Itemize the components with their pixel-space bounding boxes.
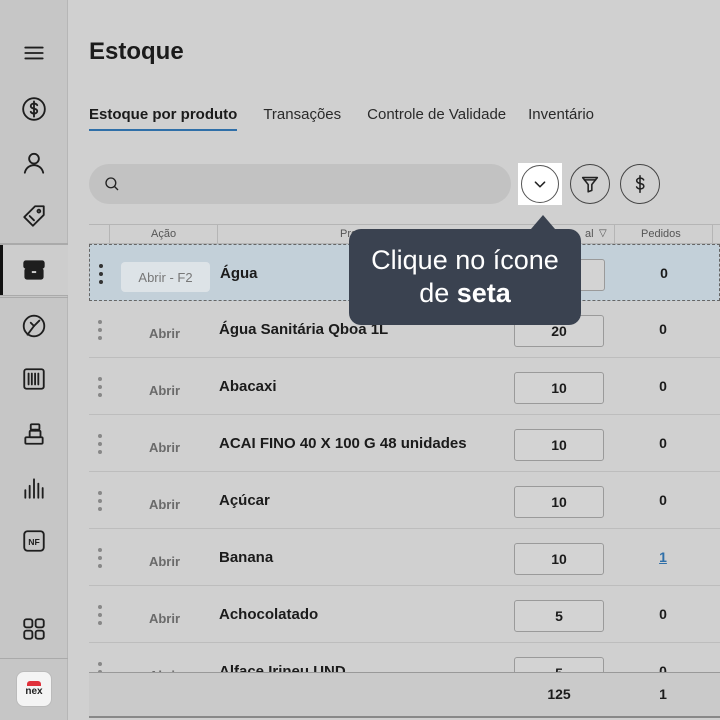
table-footer: 125 1	[89, 672, 720, 718]
open-button[interactable]: Abrir	[120, 489, 209, 519]
search-bar[interactable]	[89, 164, 511, 204]
total-orders: 1	[659, 686, 667, 702]
column-header-acao[interactable]: Ação	[151, 228, 176, 240]
page-title: Estoque	[89, 38, 184, 65]
logo-text: nex	[25, 686, 43, 697]
quantity-field[interactable]: 5	[514, 657, 604, 672]
table-row[interactable]: Abrir Açúcar 10 0	[89, 472, 720, 529]
apps-grid-icon[interactable]	[0, 603, 68, 655]
table-row[interactable]: Abrir ACAI FINO 40 X 100 G 48 unidades 1…	[89, 415, 720, 472]
open-button[interactable]: Abrir	[120, 546, 209, 576]
quantity-field[interactable]: 10	[514, 372, 604, 404]
tag-icon[interactable]	[0, 190, 68, 242]
product-name: Banana	[219, 549, 274, 566]
product-name: ACAI FINO 40 X 100 G 48 unidades	[219, 435, 467, 452]
tab-inventario[interactable]: Inventário	[528, 106, 594, 131]
open-button[interactable]: Abrir	[120, 660, 209, 673]
bar-chart-icon[interactable]	[0, 462, 68, 514]
open-button[interactable]: Abrir	[120, 603, 209, 633]
search-icon	[105, 177, 119, 191]
dollar-circle-icon[interactable]	[0, 83, 68, 135]
product-name: Achocolatado	[219, 606, 319, 623]
table-row[interactable]: Abrir Abacaxi 10 0	[89, 358, 720, 415]
product-name: Água	[220, 265, 258, 282]
pie-chart-icon[interactable]	[0, 300, 68, 352]
orders-count: 0	[659, 435, 667, 451]
orders-count: 0	[659, 321, 667, 337]
nex-logo[interactable]: nex	[16, 671, 52, 707]
column-header-pedidos[interactable]: Pedidos	[641, 228, 681, 240]
expand-button[interactable]	[521, 165, 559, 203]
tab-estoque-por-produto[interactable]: Estoque por produto	[89, 106, 238, 131]
dollar-icon	[635, 174, 645, 194]
nf-document-icon[interactable]: NF	[0, 515, 68, 567]
tooltip-line-2: de seta	[419, 278, 511, 308]
quantity-field[interactable]: 10	[514, 486, 604, 518]
search-input[interactable]	[129, 176, 489, 192]
table-row[interactable]: Abrir Banana 10 1	[89, 529, 720, 586]
product-name: Açúcar	[219, 492, 270, 509]
row-menu-icon[interactable]	[97, 377, 103, 397]
sort-filter-icon[interactable]: ▽	[599, 228, 607, 239]
row-menu-icon[interactable]	[98, 264, 104, 284]
open-button[interactable]: Abrir	[120, 375, 209, 405]
quantity-field[interactable]: 10	[514, 429, 604, 461]
cash-register-icon[interactable]	[0, 408, 68, 460]
tab-transacoes[interactable]: Transações	[263, 106, 341, 131]
orders-link[interactable]: 1	[633, 549, 693, 565]
chevron-down-icon	[534, 181, 546, 188]
tooltip-emphasis: seta	[456, 278, 511, 308]
orders-count: 0	[659, 378, 667, 394]
column-header-total[interactable]: al	[585, 228, 594, 240]
user-icon[interactable]	[0, 137, 68, 189]
quantity-field[interactable]: 5	[514, 600, 604, 632]
orders-count: 0	[659, 663, 667, 672]
row-menu-icon[interactable]	[97, 491, 103, 511]
product-name: Abacaxi	[219, 378, 277, 395]
box-icon[interactable]	[0, 244, 68, 296]
orders-count: 0	[659, 492, 667, 508]
tutorial-tooltip: Clique no ícone de seta	[349, 215, 581, 325]
expand-button-highlight[interactable]	[518, 163, 562, 205]
table-row[interactable]: Abrir Alface Irineu UND 5 0	[89, 643, 720, 672]
row-menu-icon[interactable]	[97, 320, 103, 340]
row-menu-icon[interactable]	[97, 434, 103, 454]
quantity-field[interactable]: 10	[514, 543, 604, 575]
filter-button[interactable]	[570, 164, 610, 204]
product-name: Alface Irineu UND	[219, 663, 346, 672]
sidebar: NF nex	[0, 0, 68, 720]
tab-controle-de-validade[interactable]: Controle de Validade	[367, 106, 506, 131]
barcode-icon[interactable]	[0, 353, 68, 405]
row-menu-icon[interactable]	[97, 605, 103, 625]
total-quantity: 125	[547, 686, 571, 702]
open-button[interactable]: Abrir - F2	[121, 262, 210, 292]
open-button[interactable]: Abrir	[120, 318, 209, 348]
row-menu-icon[interactable]	[97, 662, 103, 672]
orders-count: 0	[660, 265, 668, 281]
svg-text:NF: NF	[28, 537, 40, 547]
table-row[interactable]: Abrir Achocolatado 5 0	[89, 586, 720, 643]
price-button[interactable]	[620, 164, 660, 204]
menu-icon[interactable]	[0, 27, 68, 79]
tooltip-line-1: Clique no ícone	[371, 245, 559, 275]
orders-count: 0	[659, 606, 667, 622]
tab-bar: Estoque por produto Transações Controle …	[89, 106, 620, 131]
row-menu-icon[interactable]	[97, 548, 103, 568]
filter-icon	[581, 176, 599, 193]
open-button[interactable]: Abrir	[120, 432, 209, 462]
